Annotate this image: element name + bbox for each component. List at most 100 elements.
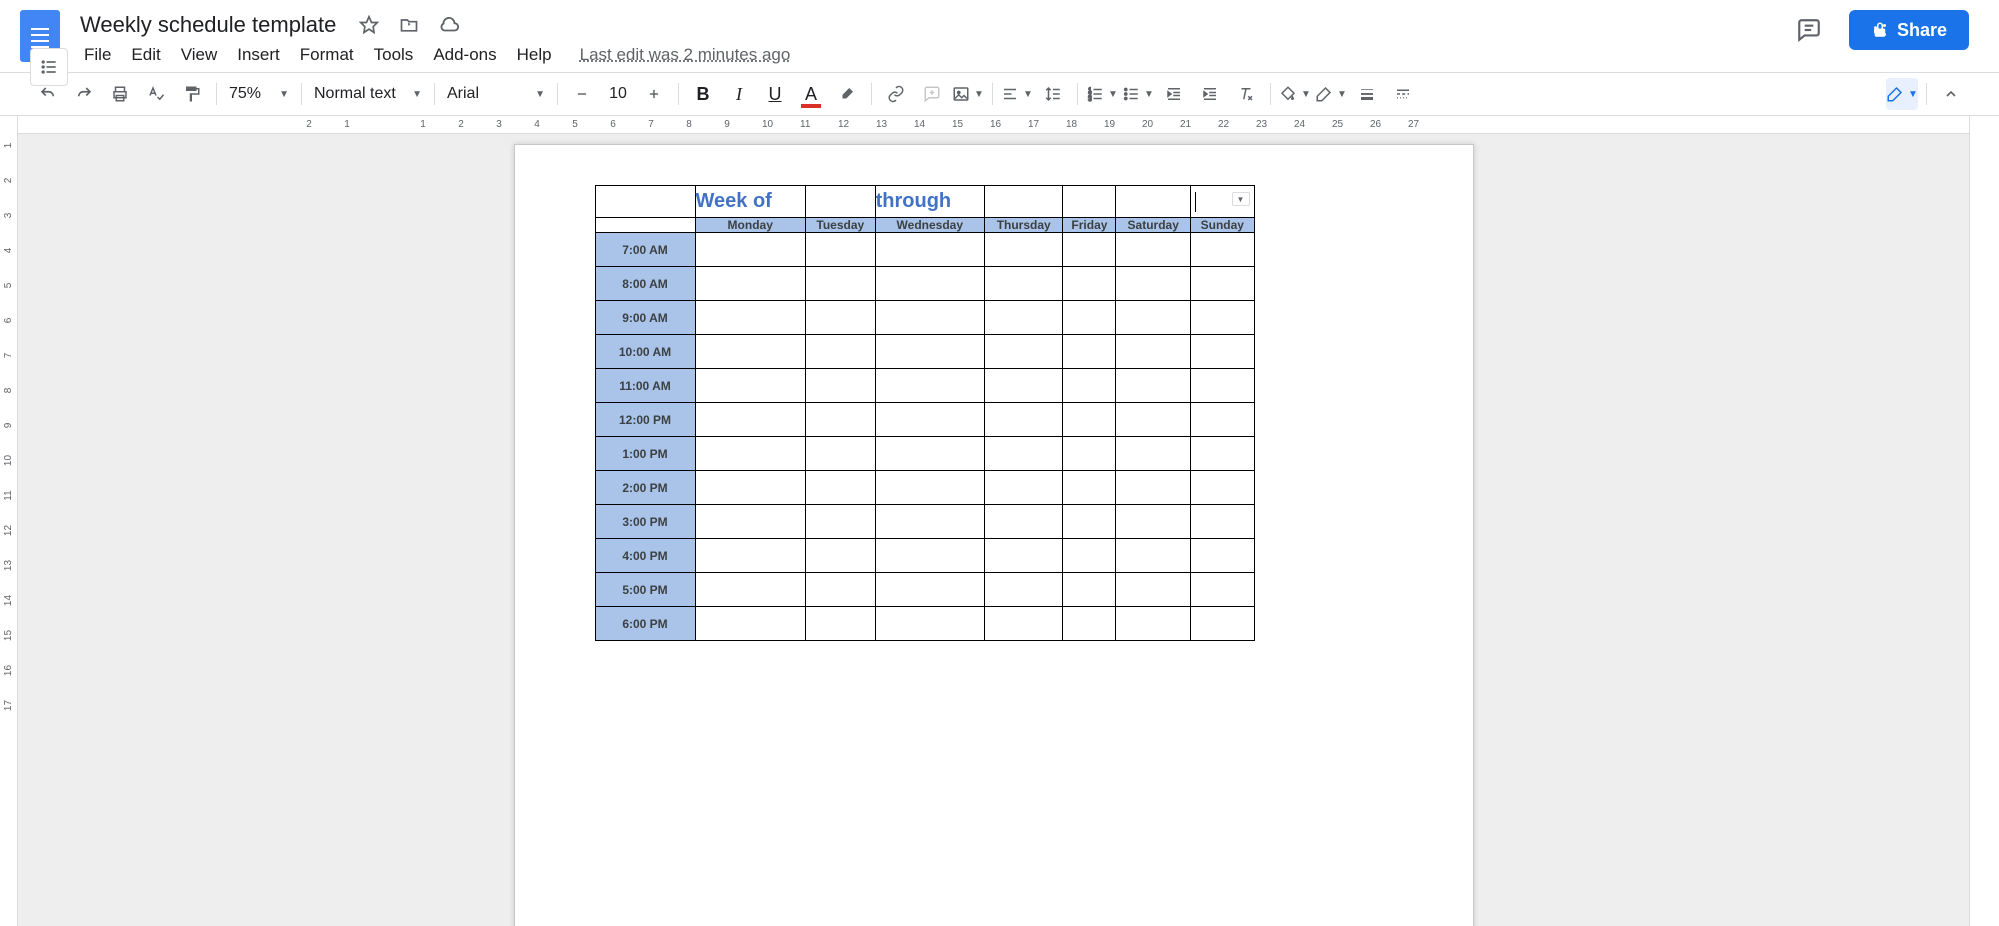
schedule-cell[interactable] bbox=[875, 505, 984, 539]
schedule-cell[interactable] bbox=[695, 233, 805, 267]
zoom-dropdown[interactable]: 75%▼ bbox=[223, 85, 295, 103]
insert-image-button[interactable]: ▼ bbox=[952, 78, 984, 110]
align-button[interactable]: ▼ bbox=[1001, 78, 1033, 110]
schedule-cell[interactable] bbox=[695, 607, 805, 641]
schedule-cell[interactable] bbox=[984, 471, 1063, 505]
line-spacing-button[interactable] bbox=[1037, 78, 1069, 110]
schedule-cell[interactable] bbox=[805, 539, 875, 573]
schedule-cell[interactable] bbox=[1116, 471, 1191, 505]
schedule-cell[interactable] bbox=[1116, 505, 1191, 539]
schedule-cell[interactable] bbox=[875, 607, 984, 641]
decrease-indent-button[interactable] bbox=[1158, 78, 1190, 110]
schedule-cell[interactable] bbox=[695, 403, 805, 437]
schedule-cell[interactable] bbox=[1063, 369, 1116, 403]
open-comment-history-button[interactable] bbox=[1789, 10, 1829, 50]
time-label[interactable]: 3:00 PM bbox=[595, 505, 695, 539]
menu-edit[interactable]: Edit bbox=[121, 41, 170, 69]
days-corner-cell[interactable] bbox=[595, 218, 695, 233]
schedule-cell[interactable] bbox=[1116, 573, 1191, 607]
schedule-cell[interactable] bbox=[984, 437, 1063, 471]
title-row-blank-3[interactable] bbox=[1063, 186, 1116, 218]
schedule-cell[interactable] bbox=[1063, 335, 1116, 369]
menu-addons[interactable]: Add-ons bbox=[423, 41, 506, 69]
schedule-cell[interactable] bbox=[1191, 471, 1254, 505]
schedule-cell[interactable] bbox=[984, 403, 1063, 437]
schedule-cell[interactable] bbox=[875, 573, 984, 607]
last-edit-link[interactable]: Last edit was 2 minutes ago bbox=[580, 45, 791, 65]
schedule-cell[interactable] bbox=[875, 403, 984, 437]
font-size-input[interactable] bbox=[600, 83, 636, 105]
schedule-cell[interactable] bbox=[1116, 267, 1191, 301]
title-row-blank-2[interactable] bbox=[984, 186, 1063, 218]
schedule-cell[interactable] bbox=[695, 573, 805, 607]
schedule-cell[interactable] bbox=[695, 505, 805, 539]
print-button[interactable] bbox=[104, 78, 136, 110]
schedule-cell[interactable] bbox=[1063, 607, 1116, 641]
schedule-cell[interactable] bbox=[805, 505, 875, 539]
schedule-cell[interactable] bbox=[984, 267, 1063, 301]
fill-color-button[interactable]: ▼ bbox=[1279, 78, 1311, 110]
title-row-blank-5[interactable]: ▼ bbox=[1191, 186, 1254, 218]
schedule-cell[interactable] bbox=[805, 437, 875, 471]
schedule-cell[interactable] bbox=[805, 403, 875, 437]
schedule-cell[interactable] bbox=[695, 437, 805, 471]
bulleted-list-button[interactable]: ▼ bbox=[1122, 78, 1154, 110]
time-label[interactable]: 8:00 AM bbox=[595, 267, 695, 301]
schedule-cell[interactable] bbox=[1191, 335, 1254, 369]
schedule-cell[interactable] bbox=[1063, 471, 1116, 505]
schedule-cell[interactable] bbox=[1116, 335, 1191, 369]
time-label[interactable]: 11:00 AM bbox=[595, 369, 695, 403]
week-of-cell[interactable]: Week of bbox=[695, 186, 805, 218]
bold-button[interactable]: B bbox=[687, 78, 719, 110]
document-page[interactable]: Week of through ▼ MondayTuesdayWednesday… bbox=[514, 144, 1474, 926]
schedule-cell[interactable] bbox=[805, 573, 875, 607]
schedule-cell[interactable] bbox=[875, 437, 984, 471]
schedule-cell[interactable] bbox=[875, 335, 984, 369]
schedule-cell[interactable] bbox=[1191, 607, 1254, 641]
decrease-font-size-button[interactable] bbox=[566, 78, 598, 110]
paint-format-button[interactable] bbox=[176, 78, 208, 110]
through-cell[interactable]: through bbox=[875, 186, 984, 218]
cell-options-dropdown[interactable]: ▼ bbox=[1232, 192, 1250, 206]
schedule-cell[interactable] bbox=[1191, 573, 1254, 607]
spellcheck-button[interactable] bbox=[140, 78, 172, 110]
menu-format[interactable]: Format bbox=[290, 41, 364, 69]
schedule-cell[interactable] bbox=[805, 369, 875, 403]
schedule-cell[interactable] bbox=[875, 539, 984, 573]
schedule-cell[interactable] bbox=[984, 607, 1063, 641]
schedule-cell[interactable] bbox=[1116, 607, 1191, 641]
day-header[interactable]: Sunday bbox=[1191, 218, 1254, 233]
add-comment-button[interactable] bbox=[916, 78, 948, 110]
time-label[interactable]: 6:00 PM bbox=[595, 607, 695, 641]
cloud-status-icon[interactable] bbox=[436, 12, 462, 38]
schedule-cell[interactable] bbox=[875, 267, 984, 301]
schedule-cell[interactable] bbox=[695, 369, 805, 403]
day-header[interactable]: Thursday bbox=[984, 218, 1063, 233]
share-button[interactable]: Share bbox=[1849, 10, 1969, 50]
text-color-button[interactable]: A bbox=[795, 78, 827, 110]
day-header[interactable]: Tuesday bbox=[805, 218, 875, 233]
clear-formatting-button[interactable] bbox=[1230, 78, 1262, 110]
time-label[interactable]: 2:00 PM bbox=[595, 471, 695, 505]
redo-button[interactable] bbox=[68, 78, 100, 110]
day-header[interactable]: Friday bbox=[1063, 218, 1116, 233]
schedule-cell[interactable] bbox=[695, 267, 805, 301]
schedule-cell[interactable] bbox=[875, 471, 984, 505]
insert-link-button[interactable] bbox=[880, 78, 912, 110]
day-header[interactable]: Wednesday bbox=[875, 218, 984, 233]
schedule-cell[interactable] bbox=[1191, 403, 1254, 437]
schedule-cell[interactable] bbox=[1116, 369, 1191, 403]
day-header[interactable]: Monday bbox=[695, 218, 805, 233]
schedule-cell[interactable] bbox=[1063, 301, 1116, 335]
title-row-blank-1[interactable] bbox=[805, 186, 875, 218]
schedule-cell[interactable] bbox=[805, 471, 875, 505]
increase-font-size-button[interactable] bbox=[638, 78, 670, 110]
schedule-cell[interactable] bbox=[1063, 233, 1116, 267]
schedule-cell[interactable] bbox=[1116, 233, 1191, 267]
schedule-cell[interactable] bbox=[1191, 369, 1254, 403]
schedule-cell[interactable] bbox=[1063, 403, 1116, 437]
schedule-cell[interactable] bbox=[875, 301, 984, 335]
menu-tools[interactable]: Tools bbox=[364, 41, 424, 69]
title-row-blank-4[interactable] bbox=[1116, 186, 1191, 218]
schedule-cell[interactable] bbox=[695, 335, 805, 369]
